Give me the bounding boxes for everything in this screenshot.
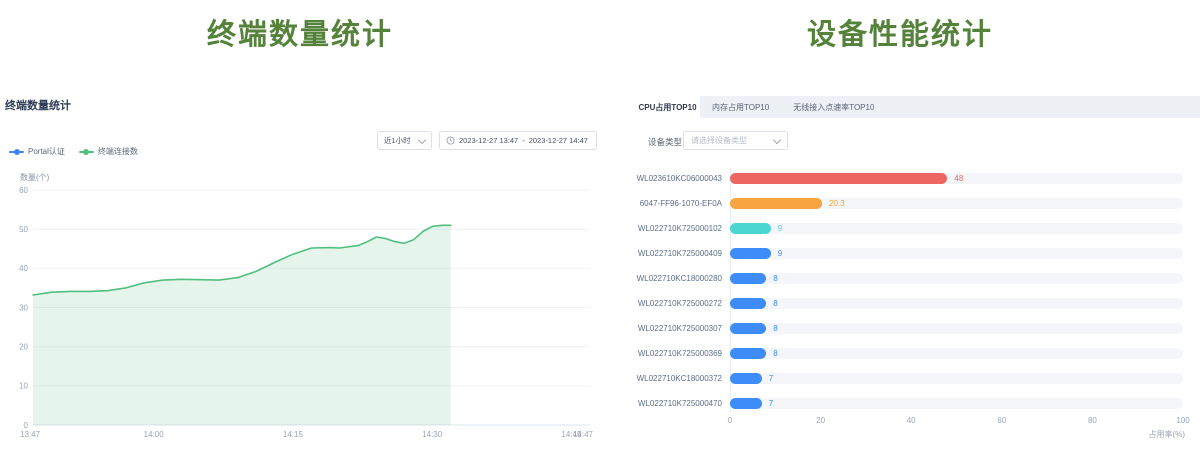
device-performance-panel: 设备性能统计 CPU占用TOP10 内存占用TOP10 无线接入点速率TOP10… <box>600 0 1200 456</box>
bar-value-label: 8 <box>773 348 777 359</box>
bar-value-label: 9 <box>778 248 782 259</box>
bar <box>730 198 822 209</box>
line-chart: 010203040506013:4714:0014:1514:3014:4514… <box>0 160 600 456</box>
bar-category-label: WL022710K725000470 <box>600 398 722 409</box>
legend-item-terminal-connections[interactable]: 终端连接数 <box>79 146 138 157</box>
x-tick-label: 40 <box>899 416 923 425</box>
bar-category-label: WL022710K725000369 <box>600 348 722 359</box>
bar-category-label: WL022710K725000102 <box>600 223 722 234</box>
bar-category-label: WL022710KC18000280 <box>600 273 722 284</box>
x-tick-label: 14:30 <box>422 430 443 439</box>
bar <box>730 348 766 359</box>
x-tick-label: 80 <box>1080 416 1104 425</box>
bar <box>730 298 766 309</box>
bar-category-label: WL023610KC06000043 <box>600 173 722 184</box>
legend-label: 终端连接数 <box>98 146 138 157</box>
bar <box>730 373 762 384</box>
y-tick-label: 30 <box>19 303 28 312</box>
chart-legend: Portal认证 终端连接数 <box>9 146 138 157</box>
bar-category-label: WL022710K725000409 <box>600 248 722 259</box>
bar-category-label: WL022710K725000307 <box>600 323 722 334</box>
x-tick-label: 60 <box>990 416 1014 425</box>
clock-icon <box>446 136 455 145</box>
bar-value-label: 9 <box>778 223 782 234</box>
x-tick-label: 13:47 <box>20 430 41 439</box>
bar-value-label: 8 <box>773 273 777 284</box>
bar-value-label: 20.3 <box>829 198 845 209</box>
x-tick-label: 0 <box>718 416 742 425</box>
terminal-count-panel: 终端数量统计 终端数量统计 近1小时 2023-12-27 13:47 - 20… <box>0 0 600 456</box>
date-range-picker[interactable]: 2023-12-27 13:47 - 2023-12-27 14:47 <box>439 131 597 150</box>
bar <box>730 173 947 184</box>
series-area <box>33 225 451 425</box>
date-start: 2023-12-27 13:47 <box>459 136 518 145</box>
time-range-value: 近1小时 <box>384 135 411 146</box>
dashboard: 终端数量统计 终端数量统计 近1小时 2023-12-27 13:47 - 20… <box>0 0 1200 456</box>
bar-value-label: 48 <box>954 173 963 184</box>
x-tick-label: 100 <box>1171 416 1195 425</box>
bar <box>730 273 766 284</box>
bar-value-label: 7 <box>769 398 773 409</box>
bar-track <box>730 223 1183 234</box>
x-tick-label: 14:47 <box>573 430 594 439</box>
bar-value-label: 8 <box>773 298 777 309</box>
chevron-down-icon <box>418 135 426 143</box>
bar-track <box>730 373 1183 384</box>
card-title: 终端数量统计 <box>5 97 71 113</box>
x-tick-label: 20 <box>809 416 833 425</box>
bar <box>730 223 771 234</box>
y-tick-label: 10 <box>19 382 28 391</box>
bar-category-label: WL022710K725000272 <box>600 298 722 309</box>
legend-item-portal-auth[interactable]: Portal认证 <box>9 146 65 157</box>
bar-track <box>730 248 1183 259</box>
bar-value-label: 7 <box>769 373 773 384</box>
y-tick-label: 60 <box>19 186 28 195</box>
y-tick-label: 20 <box>19 343 28 352</box>
y-tick-label: 0 <box>24 421 29 430</box>
bar-track <box>730 298 1183 309</box>
legend-marker-icon <box>9 148 24 156</box>
x-tick-label: 14:00 <box>144 430 165 439</box>
x-tick-label: 14:15 <box>283 430 304 439</box>
bar-track <box>730 323 1183 334</box>
x-axis-name: 占用率(%) <box>1100 429 1185 440</box>
page-title-left: 终端数量统计 <box>0 11 600 53</box>
legend-marker-icon <box>79 148 94 156</box>
bar-category-label: 6047-FF96-1070-EF0A <box>600 198 722 209</box>
bar <box>730 248 771 259</box>
bar-chart: 占用率(%) WL023610KC06000043 48 6047-FF96-107… <box>600 0 1200 456</box>
bar-track <box>730 348 1183 359</box>
time-range-select[interactable]: 近1小时 <box>377 131 432 150</box>
bar-track <box>730 273 1183 284</box>
y-tick-label: 50 <box>19 225 28 234</box>
bar <box>730 323 766 334</box>
bar <box>730 398 762 409</box>
bar-category-label: WL022710KC18000372 <box>600 373 722 384</box>
date-separator: - <box>522 136 525 145</box>
bar-value-label: 8 <box>773 323 777 334</box>
y-tick-label: 40 <box>19 264 28 273</box>
legend-label: Portal认证 <box>28 146 65 157</box>
date-end: 2023-12-27 14:47 <box>529 136 588 145</box>
bar-track <box>730 398 1183 409</box>
